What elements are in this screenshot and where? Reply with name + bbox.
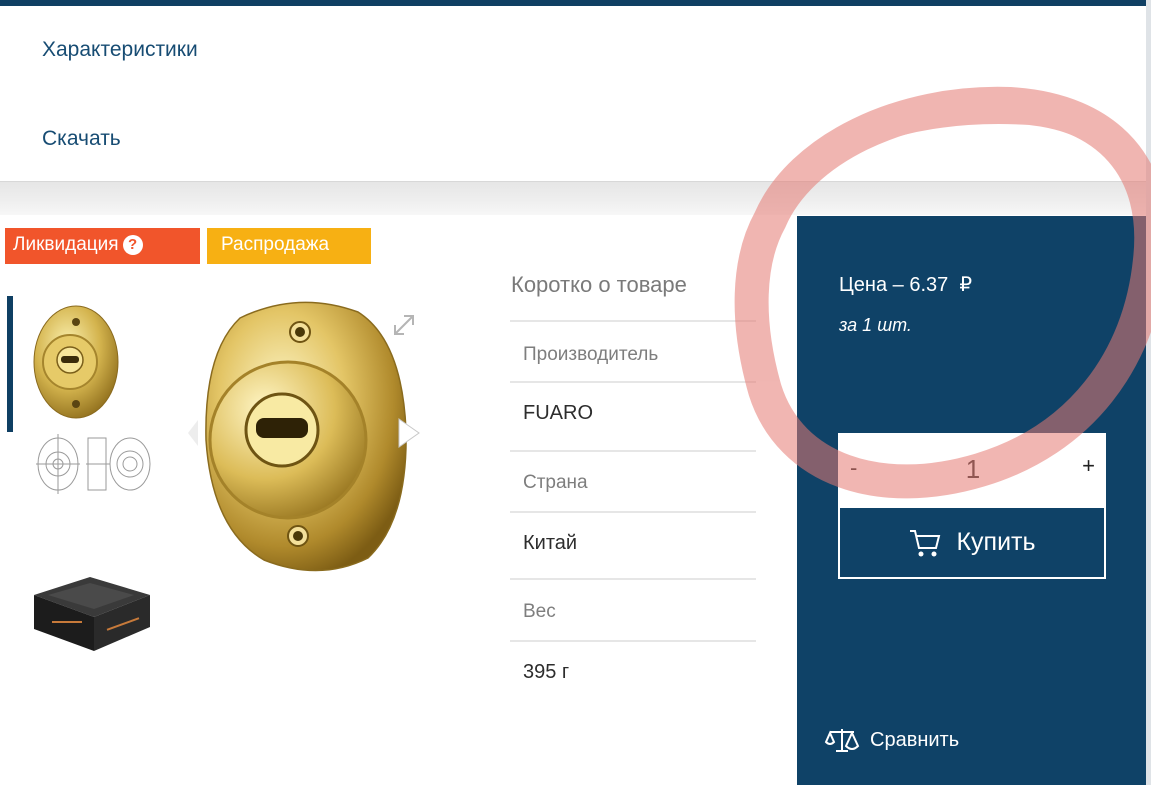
quantity-stepper: - + (838, 433, 1106, 506)
expand-icon[interactable] (389, 310, 419, 340)
spec-label-country: Страна (523, 472, 588, 493)
quantity-decrease-button[interactable]: - (850, 455, 857, 481)
gallery-next-arrow-icon[interactable] (397, 417, 421, 449)
spec-divider (510, 381, 756, 383)
sale-badge: Распродажа (207, 228, 371, 264)
compare-label: Сравнить (870, 728, 960, 751)
buy-button[interactable]: Купить (838, 506, 1106, 579)
spec-divider (510, 640, 756, 642)
product-page: Характеристики Скачать Ликвидация? Распр… (0, 0, 1151, 785)
price-per-unit: за 1 шт. (839, 315, 912, 335)
header-bar (0, 0, 1146, 6)
spec-divider (510, 320, 756, 322)
thumbnail-drawing[interactable] (32, 430, 160, 498)
gallery-prev-arrow-icon[interactable] (186, 418, 200, 448)
thumbnail-product-photo[interactable] (28, 300, 124, 424)
spec-value-country: Китай (523, 532, 578, 554)
thumbnail-package-box[interactable] (28, 565, 154, 657)
nav-link-download[interactable]: Скачать (42, 127, 121, 151)
specs-title: Коротко о товаре (511, 272, 687, 297)
spec-divider (510, 578, 756, 580)
spec-value-manufacturer: FUARO (523, 402, 593, 424)
price: Цена – 6.37 ₽ (839, 272, 972, 297)
quantity-input[interactable] (928, 449, 1018, 489)
question-circle-icon[interactable]: ? (122, 235, 143, 255)
liquidation-badge-label: Ликвидация (13, 234, 119, 255)
currency-symbol: ₽ (959, 274, 973, 296)
liquidation-badge: Ликвидация? (5, 228, 200, 264)
spec-divider (510, 511, 756, 513)
spec-label-weight: Вес (523, 601, 556, 622)
compare-link[interactable]: Сравнить (824, 726, 959, 754)
scales-icon (824, 729, 860, 752)
spec-divider (510, 450, 756, 452)
page-edge (1146, 0, 1151, 785)
cart-icon (910, 529, 941, 556)
spec-value-weight: 395 г (523, 661, 570, 683)
buy-button-label: Купить (956, 528, 1036, 556)
price-text: Цена – 6.37 (839, 274, 949, 296)
nav-link-specs[interactable]: Характеристики (42, 38, 198, 62)
quantity-increase-button[interactable]: + (1082, 453, 1095, 479)
section-divider (0, 181, 1146, 215)
spec-label-manufacturer: Производитель (523, 344, 659, 365)
thumbnail-active-indicator (7, 296, 13, 432)
